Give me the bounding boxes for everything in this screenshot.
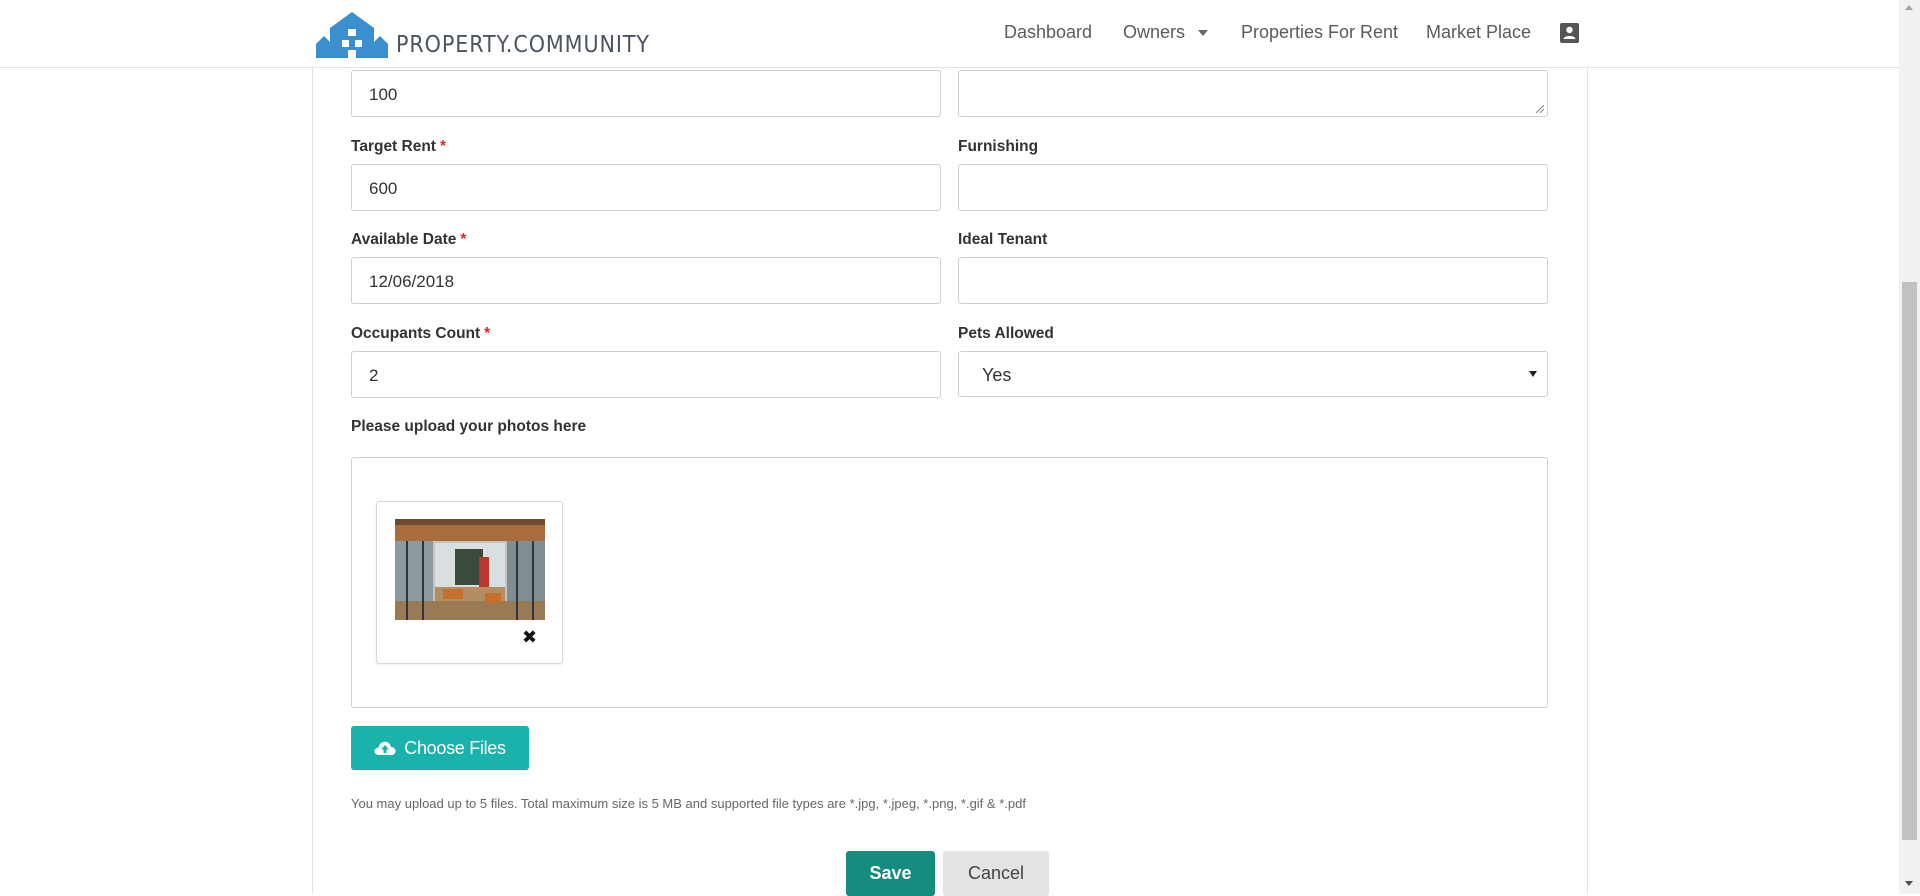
nav-dashboard[interactable]: Dashboard bbox=[1004, 22, 1092, 43]
target-rent-input[interactable]: 600 bbox=[351, 164, 941, 211]
scrollbar-thumb[interactable] bbox=[1902, 282, 1917, 840]
house-logo-icon bbox=[316, 12, 388, 58]
cancel-button[interactable]: Cancel bbox=[943, 851, 1049, 896]
choose-files-button[interactable]: Choose Files bbox=[351, 726, 529, 770]
occupants-count-input[interactable]: 2 bbox=[351, 351, 941, 398]
contact-card-icon[interactable] bbox=[1560, 23, 1579, 48]
property-photo-thumbnail bbox=[395, 519, 545, 620]
upload-help-text: You may upload up to 5 files. Total maxi… bbox=[351, 796, 1026, 811]
furnishing-input[interactable] bbox=[958, 164, 1548, 211]
required-marker: * bbox=[460, 231, 467, 248]
owners-dropdown-caret-icon[interactable] bbox=[1198, 30, 1208, 36]
remove-photo-close-icon[interactable]: ✖ bbox=[522, 628, 537, 646]
scroll-up-arrow-icon[interactable] bbox=[1905, 5, 1913, 10]
cloud-upload-icon bbox=[374, 741, 396, 755]
upload-photos-label: Please upload your photos here bbox=[351, 418, 587, 435]
pets-allowed-label: Pets Allowed bbox=[958, 325, 1054, 342]
nav-market-place[interactable]: Market Place bbox=[1426, 22, 1531, 43]
nav-properties-for-rent[interactable]: Properties For Rent bbox=[1241, 22, 1398, 43]
required-marker: * bbox=[484, 325, 491, 342]
vertical-scrollbar[interactable] bbox=[1899, 0, 1920, 894]
select-arrow-icon bbox=[1529, 371, 1537, 377]
available-date-label: Available Date * bbox=[351, 231, 467, 248]
area-input[interactable]: 100 bbox=[351, 70, 941, 117]
photo-preview-card: ✖ bbox=[376, 501, 563, 664]
top-navbar: PROPERTY.COMMUNITY Dashboard Owners Prop… bbox=[0, 0, 1899, 68]
pets-allowed-select[interactable]: Yes bbox=[958, 351, 1548, 397]
save-button[interactable]: Save bbox=[846, 851, 935, 896]
scroll-down-arrow-icon[interactable] bbox=[1905, 881, 1913, 886]
target-rent-label: Target Rent * bbox=[351, 138, 447, 155]
choose-files-label: Choose Files bbox=[404, 737, 506, 758]
occupants-count-label: Occupants Count * bbox=[351, 325, 491, 342]
furnishing-label: Furnishing bbox=[958, 138, 1039, 155]
resize-handle-icon[interactable] bbox=[1536, 105, 1544, 113]
description-textarea[interactable] bbox=[958, 70, 1548, 117]
brand-logo[interactable]: PROPERTY.COMMUNITY bbox=[316, 6, 678, 60]
ideal-tenant-input[interactable] bbox=[958, 257, 1548, 304]
brand-name: PROPERTY.COMMUNITY bbox=[396, 32, 650, 58]
required-marker: * bbox=[439, 138, 447, 155]
ideal-tenant-label: Ideal Tenant bbox=[958, 231, 1048, 248]
nav-owners[interactable]: Owners bbox=[1123, 22, 1185, 43]
pets-allowed-selected-value: Yes bbox=[982, 365, 1012, 385]
available-date-input[interactable]: 12/06/2018 bbox=[351, 257, 941, 304]
